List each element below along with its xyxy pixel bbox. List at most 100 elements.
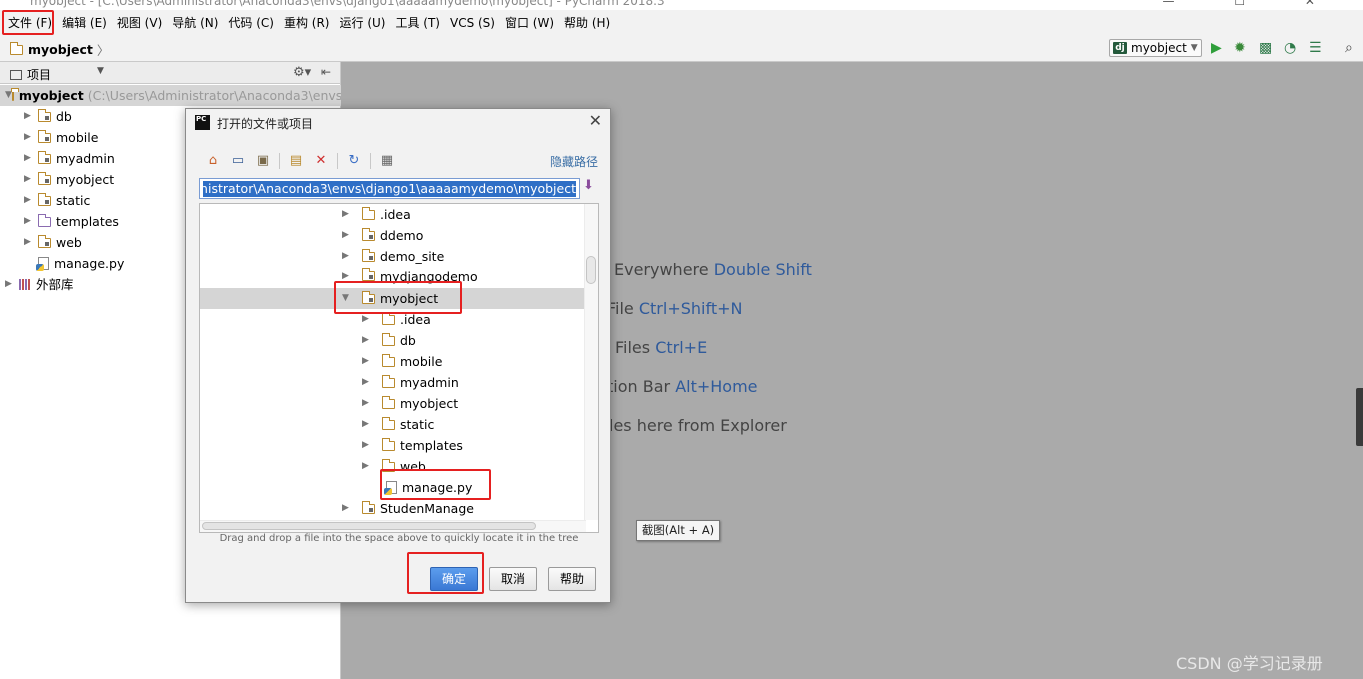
expand-right-icon[interactable]: ▶ bbox=[362, 435, 382, 456]
expand-right-icon[interactable]: ▶ bbox=[342, 498, 362, 519]
expand-right-icon[interactable]: ▶ bbox=[362, 393, 382, 414]
expand-right-icon[interactable]: ▶ bbox=[5, 274, 19, 295]
menu-window[interactable]: 窗口 (W) bbox=[500, 13, 559, 33]
run-config-select[interactable]: dj myobject ▼ bbox=[1109, 39, 1202, 57]
menu-run[interactable]: 运行 (U) bbox=[335, 13, 391, 33]
help-button[interactable]: 帮助 bbox=[548, 567, 596, 591]
debug-icon[interactable]: ✹ bbox=[1234, 41, 1246, 55]
new-folder-icon[interactable]: ▤ bbox=[287, 153, 305, 169]
chevron-down-icon[interactable]: ▼ bbox=[97, 66, 104, 76]
path-input[interactable]: dministrator\Anaconda3\envs\django1\aaaa… bbox=[199, 178, 580, 199]
tree-item-web[interactable]: ▶ web bbox=[24, 232, 82, 253]
chevron-down-icon: ▼ bbox=[1190, 43, 1198, 53]
expand-down-icon[interactable]: ▼ bbox=[342, 288, 362, 309]
expand-right-icon[interactable]: ▶ bbox=[362, 414, 382, 435]
folder-icon bbox=[381, 353, 395, 367]
desktop-icon[interactable]: ▭ bbox=[229, 153, 247, 169]
tree-item-db[interactable]: ▶ db bbox=[24, 106, 72, 127]
tree-row[interactable]: ▶ static bbox=[200, 414, 586, 435]
expand-right-icon[interactable]: ▶ bbox=[362, 456, 382, 477]
tree-row[interactable]: manage.py bbox=[200, 477, 586, 498]
close-icon[interactable]: ✕ bbox=[589, 111, 602, 130]
project-folder-icon[interactable]: ▣ bbox=[254, 153, 272, 169]
search-icon[interactable]: ⌕ bbox=[1345, 41, 1353, 55]
breadcrumb[interactable]: myobject 〉 bbox=[9, 40, 110, 59]
expand-right-icon[interactable]: ▶ bbox=[24, 148, 38, 169]
menu-file[interactable]: 文件 (F) bbox=[3, 13, 57, 33]
tree-row-label: .idea bbox=[400, 312, 431, 327]
menu-code[interactable]: 代码 (C) bbox=[223, 13, 279, 33]
hide-path-link[interactable]: 隐藏路径 bbox=[550, 153, 598, 170]
show-hidden-icon[interactable]: ▦ bbox=[378, 153, 396, 169]
expand-right-icon[interactable]: ▶ bbox=[342, 246, 362, 267]
expand-right-icon[interactable]: ▶ bbox=[362, 309, 382, 330]
expand-right-icon[interactable]: ▶ bbox=[24, 211, 38, 232]
side-tool-stripe[interactable] bbox=[1356, 388, 1363, 446]
tree-item-myobject[interactable]: ▶ myobject bbox=[24, 169, 114, 190]
vertical-scrollbar-thumb[interactable] bbox=[586, 256, 596, 284]
menu-help[interactable]: 帮助 (H) bbox=[559, 13, 615, 33]
project-panel-header: 项目 ▼ ⚙▾ ⇤ bbox=[0, 62, 340, 84]
tree-row[interactable]: ▶ web bbox=[200, 456, 586, 477]
history-dropdown-icon[interactable]: ⬇ bbox=[583, 178, 599, 198]
tree-item-external-libraries[interactable]: ▶ 外部库 bbox=[5, 274, 74, 295]
profile-icon[interactable]: ◔ bbox=[1284, 41, 1296, 55]
tree-row[interactable]: ▶ .idea bbox=[200, 204, 586, 225]
menu-navigate[interactable]: 导航 (N) bbox=[167, 13, 223, 33]
menu-refactor[interactable]: 重构 (R) bbox=[279, 13, 335, 33]
concurrency-icon[interactable]: ☰ bbox=[1309, 41, 1322, 55]
expand-right-icon[interactable]: ▶ bbox=[342, 267, 362, 285]
refresh-icon[interactable]: ↻ bbox=[345, 153, 363, 169]
project-view-select[interactable]: 项目 bbox=[10, 66, 51, 83]
menu-edit[interactable]: 编辑 (E) bbox=[57, 13, 112, 33]
hide-panel-icon[interactable]: ⇤ bbox=[321, 65, 331, 79]
tree-item-static[interactable]: ▶ static bbox=[24, 190, 90, 211]
menu-vcs[interactable]: VCS (S) bbox=[445, 13, 500, 33]
expand-right-icon[interactable]: ▶ bbox=[362, 330, 382, 351]
expand-right-icon[interactable]: ▶ bbox=[24, 169, 38, 190]
tree-row[interactable]: ▶ demo_site bbox=[200, 246, 586, 267]
tree-item-mobile[interactable]: ▶ mobile bbox=[24, 127, 98, 148]
run-icon[interactable]: ▶ bbox=[1211, 41, 1222, 55]
tree-item-myadmin[interactable]: ▶ myadmin bbox=[24, 148, 115, 169]
tree-row[interactable]: ▶ mydjangodemo bbox=[200, 267, 586, 285]
window-controls[interactable]: — ☐ ✕ bbox=[1163, 0, 1343, 8]
coverage-icon[interactable]: ▩ bbox=[1259, 41, 1272, 55]
vertical-scrollbar-track[interactable] bbox=[584, 204, 598, 520]
tree-root[interactable]: ▼ myobject (C:\Users\Administrator\Anaco… bbox=[0, 85, 342, 106]
tree-row[interactable]: ▶ .idea bbox=[200, 309, 586, 330]
horizontal-scrollbar-thumb[interactable] bbox=[202, 522, 536, 530]
home-icon[interactable]: ⌂ bbox=[204, 153, 222, 169]
menu-view[interactable]: 视图 (V) bbox=[112, 13, 167, 33]
tree-row[interactable]: ▶ myobject bbox=[200, 393, 586, 414]
folder-icon bbox=[381, 437, 395, 451]
dialog-toolbar: ⌂ ▭ ▣ ▤ ✕ ↻ ▦ bbox=[204, 151, 403, 171]
tree-item-templates[interactable]: ▶ templates bbox=[24, 211, 119, 232]
cancel-button[interactable]: 取消 bbox=[489, 567, 537, 591]
tree-row[interactable]: ▶ ddemo bbox=[200, 225, 586, 246]
expand-right-icon[interactable]: ▶ bbox=[362, 351, 382, 372]
tree-row[interactable]: ▶ StudenManage bbox=[200, 498, 586, 519]
tree-row[interactable]: ▶ mobile bbox=[200, 351, 586, 372]
expand-right-icon[interactable]: ▶ bbox=[362, 372, 382, 393]
file-tree[interactable]: ▶ .idea ▶ ddemo ▶ demo_site ▶ mydjangodemo ▼… bbox=[199, 203, 599, 533]
tree-item-manage-py[interactable]: manage.py bbox=[36, 253, 124, 274]
tree-row-label: demo_site bbox=[380, 249, 445, 264]
expand-right-icon[interactable]: ▶ bbox=[24, 232, 38, 253]
screenshot-tooltip: 截图(Alt + A) bbox=[636, 520, 720, 541]
ok-button[interactable]: 确定 bbox=[430, 567, 478, 591]
tree-row[interactable]: ▶ db bbox=[200, 330, 586, 351]
expand-right-icon[interactable]: ▶ bbox=[24, 190, 38, 211]
menu-tools[interactable]: 工具 (T) bbox=[390, 13, 445, 33]
expand-right-icon[interactable]: ▶ bbox=[342, 204, 362, 225]
tree-row[interactable]: ▶ myadmin bbox=[200, 372, 586, 393]
expand-right-icon[interactable]: ▶ bbox=[24, 106, 38, 127]
tree-row[interactable]: ▶ templates bbox=[200, 435, 586, 456]
gear-icon[interactable]: ⚙▾ bbox=[293, 65, 311, 80]
tree-row-label: StudenManage bbox=[380, 501, 474, 516]
expand-right-icon[interactable]: ▶ bbox=[24, 127, 38, 148]
chevron-right-icon: 〉 bbox=[96, 43, 110, 58]
delete-icon[interactable]: ✕ bbox=[312, 153, 330, 169]
tree-row-selected[interactable]: ▼ myobject bbox=[200, 288, 586, 309]
expand-right-icon[interactable]: ▶ bbox=[342, 225, 362, 246]
